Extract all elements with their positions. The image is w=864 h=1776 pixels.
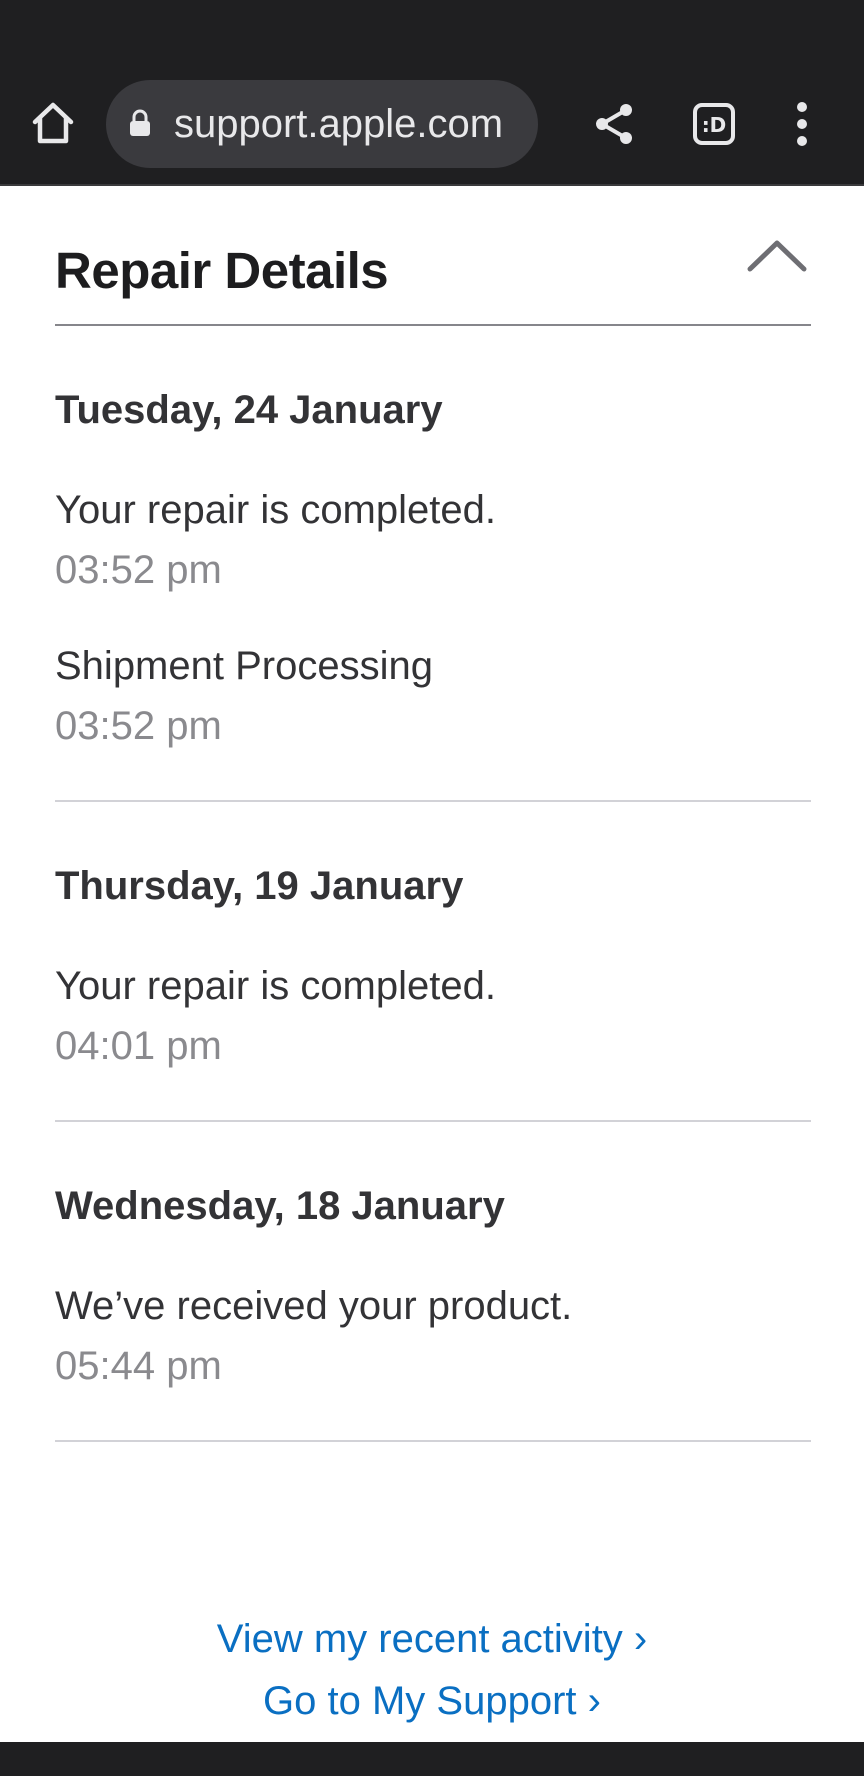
event-title: Shipment Processing	[55, 644, 433, 688]
event-title: We’ve received your product.	[55, 1284, 573, 1328]
timeline-event: Your repair is completed. 03:52 pm	[55, 480, 811, 600]
timeline-event: Shipment Processing 03:52 pm	[55, 636, 811, 756]
home-icon	[32, 102, 74, 144]
bottom-bar	[0, 1742, 864, 1776]
day-heading: Thursday, 19 January	[55, 864, 464, 908]
chevron-up-icon	[747, 240, 807, 272]
event-time: 05:44 pm	[55, 1344, 222, 1388]
footer-links: View my recent activity › Go to My Suppo…	[0, 1608, 864, 1732]
url-text: support.apple.com	[174, 102, 504, 146]
timeline-event: We’ve received your product. 05:44 pm	[55, 1276, 811, 1396]
address-bar[interactable]: support.apple.com	[106, 80, 538, 168]
timeline-event: Your repair is completed. 04:01 pm	[55, 956, 811, 1076]
tab-switcher-icon: :D	[693, 103, 735, 145]
day-group: Wednesday, 18 January We’ve received you…	[55, 1122, 811, 1442]
day-group: Tuesday, 24 January Your repair is compl…	[55, 326, 811, 802]
day-heading: Tuesday, 24 January	[55, 388, 443, 432]
browser-toolbar: support.apple.com :D	[0, 0, 864, 186]
share-button[interactable]	[590, 100, 638, 148]
go-to-my-support-link[interactable]: Go to My Support ›	[0, 1670, 864, 1732]
tab-switcher-button[interactable]: :D	[690, 100, 738, 148]
event-title: Your repair is completed.	[55, 964, 496, 1008]
lock-icon	[130, 109, 150, 136]
more-vert-icon	[797, 102, 807, 146]
section-header: Repair Details	[55, 186, 811, 326]
svg-text::D: :D	[702, 113, 727, 137]
event-time: 03:52 pm	[55, 548, 222, 592]
day-heading: Wednesday, 18 January	[55, 1184, 505, 1228]
home-button[interactable]	[30, 100, 76, 146]
event-time: 04:01 pm	[55, 1024, 222, 1068]
collapse-button[interactable]	[745, 236, 809, 276]
event-title: Your repair is completed.	[55, 488, 496, 532]
page-title: Repair Details	[55, 242, 389, 299]
day-group: Thursday, 19 January Your repair is comp…	[55, 802, 811, 1122]
view-recent-activity-link[interactable]: View my recent activity ›	[0, 1608, 864, 1670]
more-menu-button[interactable]	[790, 100, 814, 148]
event-time: 03:52 pm	[55, 704, 222, 748]
share-icon	[596, 104, 632, 144]
repair-details-panel: Repair Details Tuesday, 24 January Your …	[55, 186, 811, 1442]
